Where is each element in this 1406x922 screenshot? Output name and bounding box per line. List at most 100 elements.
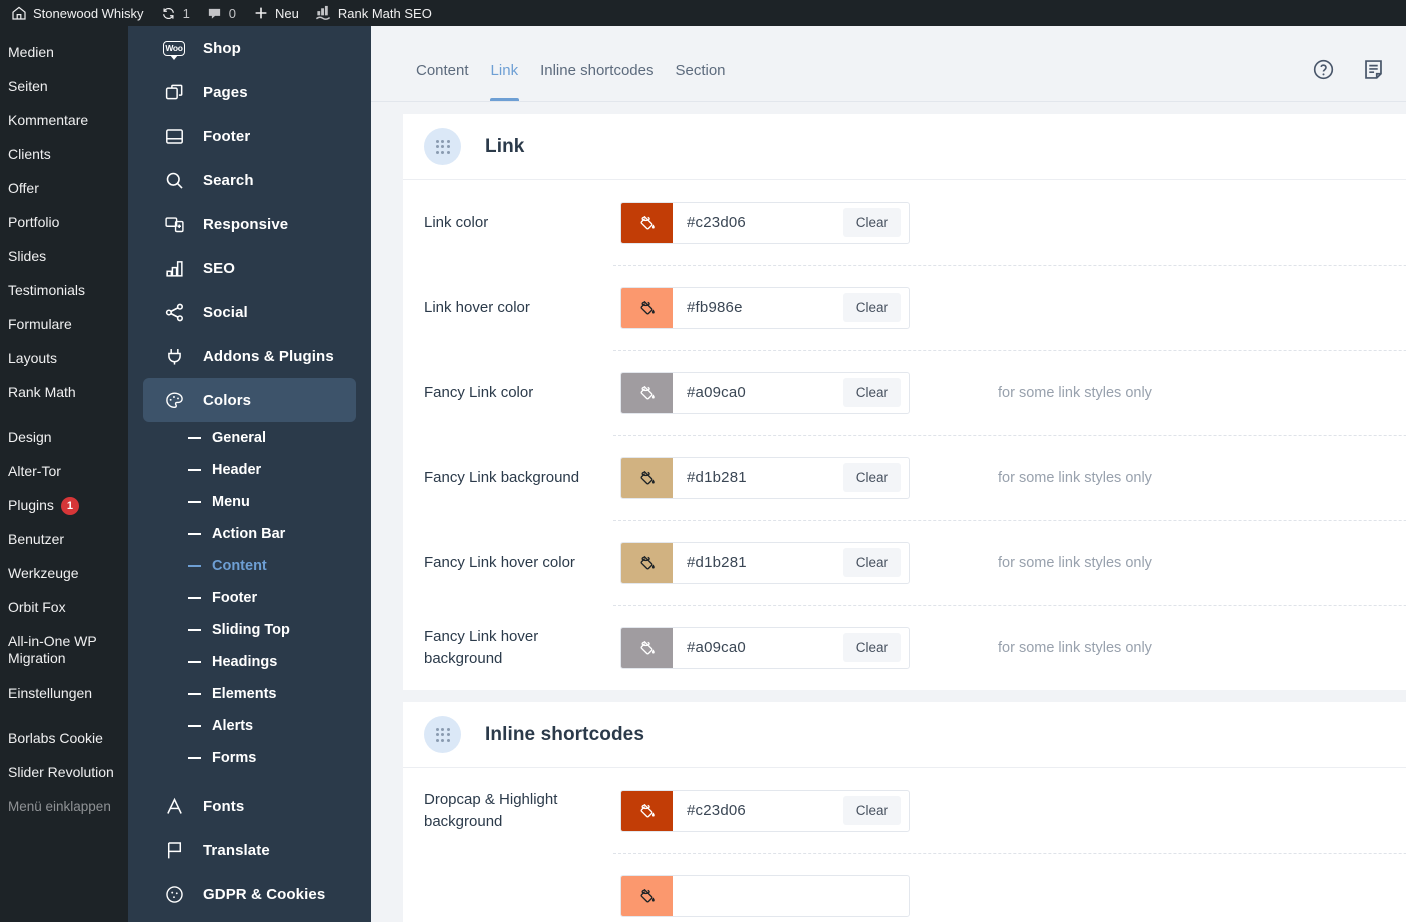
options-subitem-alerts[interactable]: Alerts bbox=[128, 710, 371, 742]
clear-color-button[interactable]: Clear bbox=[842, 548, 901, 577]
options-item-pages[interactable]: Pages bbox=[143, 70, 356, 114]
color-hex-input[interactable]: #fb986e bbox=[673, 288, 843, 328]
options-item-fonts[interactable]: Fonts bbox=[143, 784, 356, 828]
sync-icon bbox=[160, 5, 177, 22]
color-picker-field[interactable]: #d1b281 Clear bbox=[620, 456, 910, 499]
color-picker-field[interactable]: #c23d06 Clear bbox=[620, 789, 910, 832]
clear-color-button[interactable]: Clear bbox=[842, 378, 901, 407]
options-item-social[interactable]: Social bbox=[143, 290, 356, 334]
options-item-footer[interactable]: Footer bbox=[143, 114, 356, 158]
wp-menu-item-slides[interactable]: Slides bbox=[0, 248, 128, 265]
wp-menu-item-slider-revolution[interactable]: Slider Revolution bbox=[0, 764, 128, 781]
options-subitem-forms[interactable]: Forms bbox=[128, 742, 371, 774]
options-item-responsive[interactable]: Responsive bbox=[143, 202, 356, 246]
options-item-translate[interactable]: Translate bbox=[143, 828, 356, 872]
color-hex-input[interactable]: #d1b281 bbox=[673, 543, 843, 583]
color-picker-field[interactable]: #fb986e Clear bbox=[620, 286, 910, 329]
wp-menu-item-label: Kommentare bbox=[8, 112, 89, 128]
wp-menu-item-offer[interactable]: Offer bbox=[0, 180, 128, 197]
color-picker-field[interactable]: #c23d06 Clear bbox=[620, 201, 910, 244]
tab-link[interactable]: Link bbox=[480, 62, 530, 101]
updates-count: 1 bbox=[182, 5, 190, 21]
options-subitem-action-bar[interactable]: Action Bar bbox=[128, 518, 371, 550]
options-item-search[interactable]: Search bbox=[143, 158, 356, 202]
wordpress-admin-menu: Medien Seiten Kommentare Clients Offer Portfo… bbox=[0, 26, 128, 922]
options-item-addons-plugins[interactable]: Addons & Plugins bbox=[143, 334, 356, 378]
color-hex-input[interactable]: #d1b281 bbox=[673, 458, 843, 498]
paint-bucket-swatch-icon[interactable] bbox=[621, 372, 673, 413]
wp-menu-item-design[interactable]: Design bbox=[0, 429, 128, 446]
wp-menu-item-testimonials[interactable]: Testimonials bbox=[0, 282, 128, 299]
help-icon[interactable] bbox=[1312, 58, 1335, 81]
wp-menu-item-seiten[interactable]: Seiten bbox=[0, 78, 128, 95]
color-picker-field[interactable] bbox=[620, 874, 910, 917]
paint-bucket-swatch-icon[interactable] bbox=[621, 287, 673, 328]
paint-bucket-swatch-icon[interactable] bbox=[621, 875, 673, 916]
options-subitem-general[interactable]: General bbox=[128, 422, 371, 454]
options-item-gdpr-cookies[interactable]: GDPR & Cookies bbox=[143, 872, 356, 916]
paint-bucket-swatch-icon[interactable] bbox=[621, 457, 673, 498]
color-hex-input[interactable]: #c23d06 bbox=[673, 791, 843, 831]
admin-bar-site-name[interactable]: Stonewood Whisky bbox=[0, 0, 152, 26]
clear-color-button[interactable]: Clear bbox=[842, 633, 901, 662]
wp-menu-item-label: Slider Revolution bbox=[8, 764, 114, 780]
wp-menu-item-formulare[interactable]: Formulare bbox=[0, 316, 128, 333]
tab-inline-shortcodes[interactable]: Inline shortcodes bbox=[529, 62, 664, 101]
paint-bucket-swatch-icon[interactable] bbox=[621, 790, 673, 831]
paint-bucket-swatch-icon[interactable] bbox=[621, 202, 673, 243]
admin-bar-new[interactable]: Neu bbox=[244, 0, 307, 26]
options-item-colors[interactable]: Colors bbox=[143, 378, 356, 422]
tab-section[interactable]: Section bbox=[664, 62, 736, 101]
color-hex-input[interactable] bbox=[673, 876, 909, 916]
drag-handle-icon[interactable] bbox=[424, 716, 461, 753]
options-subitem-header[interactable]: Header bbox=[128, 454, 371, 486]
clear-color-button[interactable]: Clear bbox=[842, 463, 901, 492]
paint-bucket-swatch-icon[interactable] bbox=[621, 627, 673, 668]
color-picker-field[interactable]: #d1b281 Clear bbox=[620, 541, 910, 584]
admin-bar-rank-math-seo[interactable]: Rank Math SEO bbox=[307, 0, 440, 26]
options-subitem-headings[interactable]: Headings bbox=[128, 646, 371, 678]
drag-handle-icon[interactable] bbox=[424, 128, 461, 165]
color-picker-field[interactable]: #a09ca0 Clear bbox=[620, 371, 910, 414]
rank-math-seo-label: Rank Math SEO bbox=[337, 5, 432, 21]
wp-menu-item-rank-math[interactable]: Rank Math bbox=[0, 384, 128, 401]
wp-menu-item-label: Orbit Fox bbox=[8, 599, 66, 615]
options-item-seo[interactable]: SEO bbox=[143, 246, 356, 290]
wp-menu-item-orbit-fox[interactable]: Orbit Fox bbox=[0, 599, 128, 616]
collapse-menu-button[interactable]: Menü einklappen bbox=[0, 798, 128, 815]
wp-menu-item-portfolio[interactable]: Portfolio bbox=[0, 214, 128, 231]
wp-menu-item-alter-tor[interactable]: Alter-Tor bbox=[0, 463, 128, 480]
wp-menu-item-werkzeuge[interactable]: Werkzeuge bbox=[0, 565, 128, 582]
options-item-label: SEO bbox=[203, 259, 235, 277]
clear-color-button[interactable]: Clear bbox=[842, 796, 901, 825]
clear-color-button[interactable]: Clear bbox=[842, 293, 901, 322]
wp-menu-item-plugins[interactable]: Plugins 1 bbox=[0, 497, 128, 516]
options-subitem-footer[interactable]: Footer bbox=[128, 582, 371, 614]
wp-menu-item-einstellungen[interactable]: Einstellungen bbox=[0, 685, 128, 702]
wp-menu-item-borlabs-cookie[interactable]: Borlabs Cookie bbox=[0, 730, 128, 747]
wp-menu-item-benutzer[interactable]: Benutzer bbox=[0, 531, 128, 548]
color-hex-input[interactable]: #c23d06 bbox=[673, 203, 843, 243]
admin-bar-comments[interactable]: 0 bbox=[198, 0, 244, 26]
wp-menu-item-kommentare[interactable]: Kommentare bbox=[0, 112, 128, 129]
options-subitem-label: Headings bbox=[212, 654, 278, 670]
options-subitem-sliding-top[interactable]: Sliding Top bbox=[128, 614, 371, 646]
tab-content[interactable]: Content bbox=[405, 62, 480, 101]
paint-bucket-swatch-icon[interactable] bbox=[621, 542, 673, 583]
admin-bar-updates[interactable]: 1 bbox=[152, 0, 198, 26]
clear-color-button[interactable]: Clear bbox=[842, 208, 901, 237]
color-picker-field[interactable]: #a09ca0 Clear bbox=[620, 626, 910, 669]
color-hex-input[interactable]: #a09ca0 bbox=[673, 373, 843, 413]
notes-document-icon[interactable] bbox=[1362, 58, 1385, 81]
options-subitem-elements[interactable]: Elements bbox=[128, 678, 371, 710]
options-subitem-content[interactable]: Content bbox=[128, 550, 371, 582]
settings-scroll-area[interactable]: Link Link color #c23d06 Clear Link hover col… bbox=[371, 102, 1406, 922]
color-hex-input[interactable]: #a09ca0 bbox=[673, 628, 843, 668]
wp-menu-item-medien[interactable]: Medien bbox=[0, 44, 128, 61]
options-item-shop[interactable]: Woo Shop bbox=[143, 26, 356, 70]
options-subitem-menu[interactable]: Menu bbox=[128, 486, 371, 518]
wp-menu-item-clients[interactable]: Clients bbox=[0, 146, 128, 163]
wp-menu-item-all-in-one-wp-migration[interactable]: All-in-One WP Migration bbox=[0, 633, 128, 667]
site-name-label: Stonewood Whisky bbox=[33, 5, 144, 21]
wp-menu-item-layouts[interactable]: Layouts bbox=[0, 350, 128, 367]
